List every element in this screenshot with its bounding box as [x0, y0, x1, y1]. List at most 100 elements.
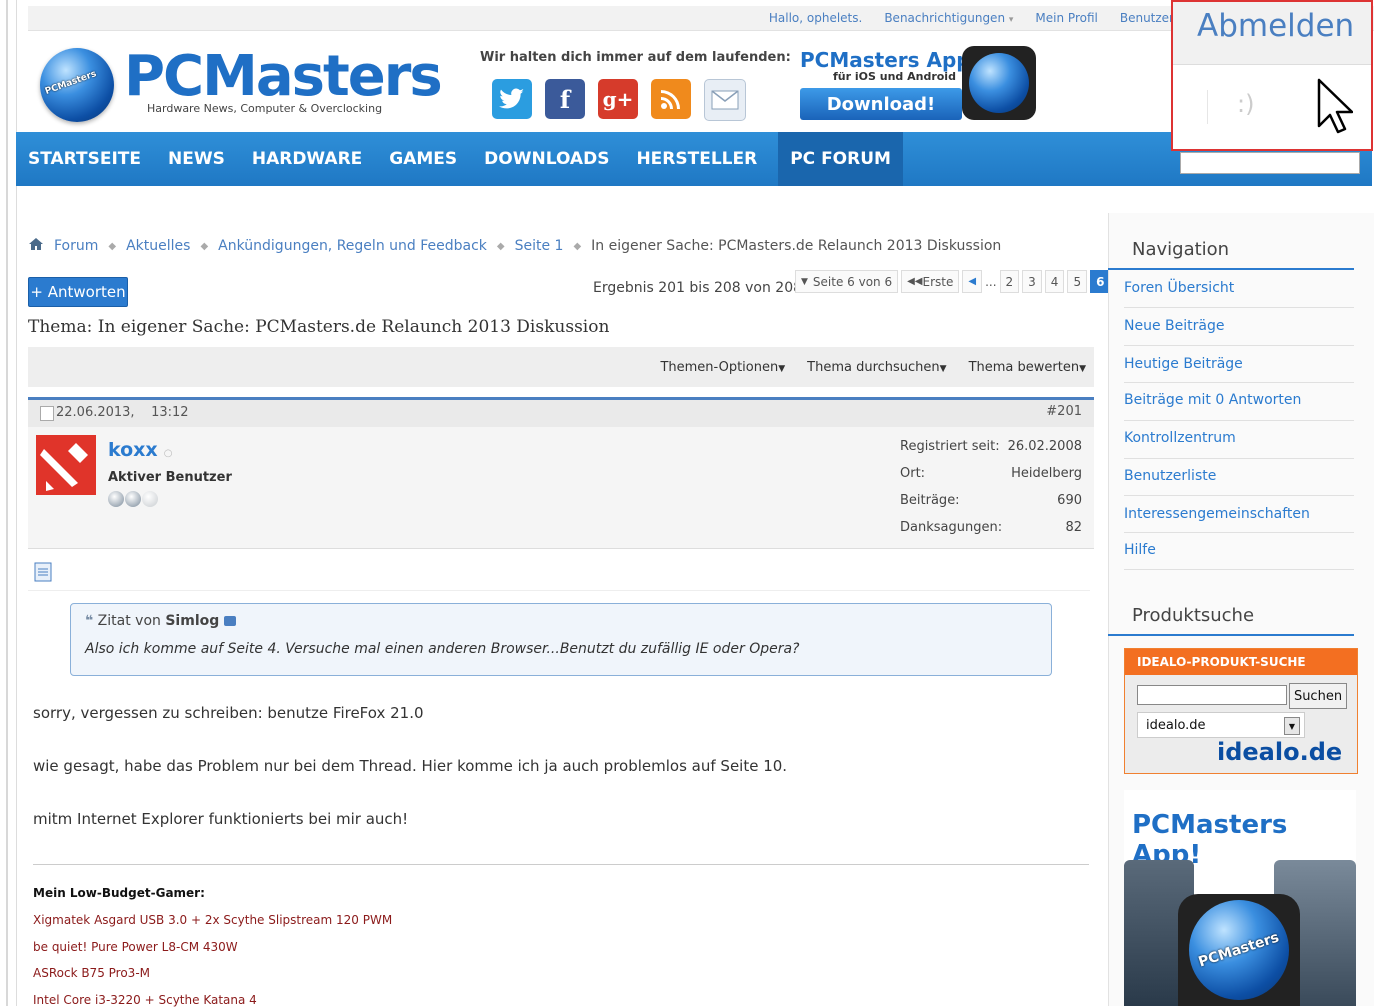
arrow-left-icon: ◀ — [968, 276, 977, 287]
pager-page-5[interactable]: 5 — [1067, 270, 1088, 293]
nav-pc-forum[interactable]: PC FORUM — [778, 132, 903, 186]
nav-startseite[interactable]: STARTSEITE — [28, 132, 153, 186]
home-icon[interactable] — [28, 237, 44, 255]
double-arrow-left-icon: ◀◀ — [907, 276, 923, 287]
idealo-logo[interactable]: idealo.de — [1217, 738, 1342, 766]
nav-downloads[interactable]: DOWNLOADS — [484, 132, 621, 186]
logout-popup: Abmelden :) — [1171, 0, 1373, 151]
nav-games[interactable]: GAMES — [389, 132, 469, 186]
googleplus-icon[interactable]: g+ — [598, 79, 638, 119]
sidebar-link-interest-groups[interactable]: Interessengemeinschaften — [1124, 506, 1310, 522]
quote-icon: ❝ — [85, 613, 94, 629]
app-download-button[interactable]: Download! — [800, 88, 962, 120]
app-ad-globe-label: PCMasters — [1196, 929, 1282, 971]
post-header: 22.06.2013, 13:12 #201 — [28, 397, 1094, 428]
sidebar-link-forum-overview[interactable]: Foren Übersicht — [1124, 280, 1234, 296]
pager-prev[interactable]: ◀ — [962, 270, 983, 293]
sidebar-link-new-posts[interactable]: Neue Beiträge — [1124, 318, 1224, 334]
sidebar-navigation-heading: Navigation — [1132, 239, 1230, 260]
sidebar-link-help[interactable]: Hilfe — [1124, 542, 1156, 558]
quote-text: Also ich komme auf Seite 4. Versuche mal… — [85, 641, 800, 657]
idealo-site-select[interactable]: idealo.de ▼ — [1137, 712, 1305, 738]
breadcrumb-separator-icon: ◆ — [496, 240, 505, 252]
view-post-icon[interactable] — [223, 616, 236, 626]
quote-author: Simlog — [165, 613, 220, 629]
greeting-link[interactable]: Hallo, ophelets. — [769, 11, 862, 25]
nav-news[interactable]: NEWS — [168, 132, 237, 186]
users-link[interactable]: Benutzer — [1120, 11, 1174, 25]
idealo-search-button[interactable]: Suchen — [1289, 683, 1347, 709]
notifications-link[interactable]: Benachrichtigungen ▾ — [884, 11, 1013, 25]
signature-line: be quiet! Pure Power L8-CM 430W — [33, 940, 238, 954]
mail-icon[interactable] — [704, 79, 746, 121]
my-profile-link[interactable]: Mein Profil — [1035, 11, 1097, 25]
sidebar-divider — [1124, 307, 1354, 308]
reputation-orb-icon — [125, 491, 141, 507]
sidebar-divider — [1124, 458, 1354, 459]
thread-tools-bar: Themen-Optionen▼ Thema durchsuchen▼ Them… — [28, 347, 1094, 387]
avatar[interactable] — [36, 435, 96, 495]
user-stats: Registriert seit: 26.02.2008 Ort: Heidelbe… — [900, 439, 1082, 547]
logout-link[interactable]: Abmelden — [1197, 8, 1354, 44]
breadcrumb-aktuelles[interactable]: Aktuelles — [126, 238, 190, 254]
pager-page-2[interactable]: 2 — [999, 270, 1020, 293]
sidebar-link-todays-posts[interactable]: Heutige Beiträge — [1124, 356, 1243, 372]
sidebar-link-zero-replies[interactable]: Beiträge mit 0 Antworten — [1124, 392, 1301, 408]
pager-page-3[interactable]: 3 — [1022, 270, 1042, 293]
nav-hersteller[interactable]: HERSTELLER — [636, 132, 769, 186]
twitter-icon[interactable] — [492, 79, 532, 119]
breadcrumb-separator-icon: ◆ — [200, 240, 209, 252]
popup-divider — [1207, 90, 1208, 124]
reply-button[interactable]: + Antworten — [28, 277, 128, 307]
thread-search-menu[interactable]: Thema durchsuchen▼ — [807, 360, 946, 375]
post-status-icon — [40, 406, 54, 421]
sidebar-product-heading: Produktsuche — [1132, 605, 1255, 626]
sidebar-link-member-list[interactable]: Benutzerliste — [1124, 468, 1216, 484]
thread-rate-menu[interactable]: Thema bewerten▼ — [969, 360, 1086, 375]
breadcrumb-ankuendigungen[interactable]: Ankündigungen, Regeln und Feedback — [218, 238, 487, 254]
app-ad-icon: PCMasters — [1178, 894, 1300, 1006]
breadcrumb-forum[interactable]: Forum — [54, 238, 98, 254]
rss-icon[interactable] — [651, 79, 691, 119]
app-ad[interactable]: PCMasters App! PCMasters — [1124, 790, 1356, 1006]
nav-hardware[interactable]: HARDWARE — [252, 132, 374, 186]
header-search-input[interactable] — [1180, 152, 1360, 174]
pager-first[interactable]: ◀◀ Erste — [901, 270, 960, 293]
sidebar-divider — [1124, 382, 1354, 383]
reputation-orb-icon — [142, 491, 158, 507]
idealo-search-input[interactable] — [1137, 685, 1287, 705]
breadcrumb-separator-icon: ◆ — [573, 240, 582, 252]
facebook-icon[interactable]: f — [545, 79, 585, 119]
stat-location: Ort: Heidelberg — [900, 466, 1082, 481]
result-count: Ergebnis 201 bis 208 von 208 — [593, 280, 803, 296]
post-paragraph: sorry, vergessen zu schreiben: benutze F… — [33, 704, 424, 722]
page-left-edge — [0, 0, 17, 1006]
signature-divider — [33, 864, 1089, 865]
chevron-down-icon: ▼ — [939, 363, 947, 374]
user-title: Aktiver Benutzer — [108, 470, 232, 485]
chevron-down-icon: ▾ — [1008, 15, 1014, 25]
thread-options-menu[interactable]: Themen-Optionen▼ — [660, 360, 785, 375]
post-number[interactable]: #201 — [1046, 404, 1082, 419]
pager-page-info[interactable]: ▼ Seite 6 von 6 — [795, 270, 899, 293]
chevron-down-icon: ▼ — [1284, 717, 1300, 735]
signature-line: ASRock B75 Pro3-M — [33, 966, 150, 980]
app-icon[interactable] — [962, 46, 1036, 120]
post-icon — [34, 562, 52, 586]
chevron-down-icon: ▼ — [801, 276, 808, 287]
breadcrumb: Forum ◆ Aktuelles ◆ Ankündigungen, Regel… — [28, 237, 1001, 255]
signature-heading: Mein Low-Budget-Gamer: — [33, 886, 205, 900]
chevron-down-icon: ▼ — [1079, 363, 1086, 374]
breadcrumb-seite-1[interactable]: Seite 1 — [515, 238, 564, 254]
thread-title: Thema: In eigener Sache: PCMasters.de Re… — [28, 317, 610, 337]
pager-page-4[interactable]: 4 — [1044, 270, 1065, 293]
post-paragraph: wie gesagt, habe das Problem nur bei dem… — [33, 757, 788, 775]
sidebar-link-control-center[interactable]: Kontrollzentrum — [1124, 430, 1236, 446]
site-logo[interactable]: PCMasters — [124, 46, 443, 108]
sidebar-divider — [1124, 495, 1354, 496]
idealo-widget: IDEALO-PRODUKT-SUCHE Suchen idealo.de ▼ … — [1124, 648, 1358, 774]
thread-tools: Themen-Optionen▼ Thema durchsuchen▼ Them… — [660, 347, 1086, 387]
mouse-cursor-icon — [1317, 78, 1354, 138]
post-username[interactable]: koxx ○ — [108, 439, 172, 461]
page-left-rule — [6, 0, 8, 1006]
